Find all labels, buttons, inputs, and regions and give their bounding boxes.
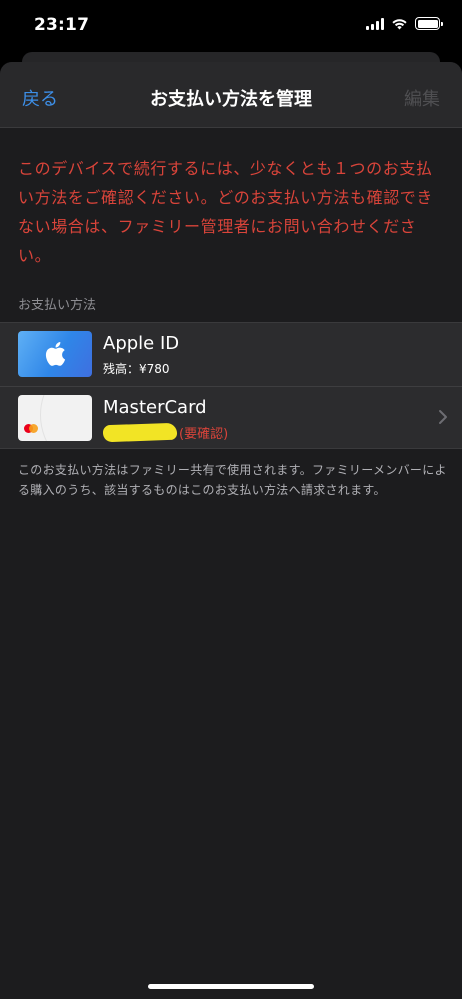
section-header: お支払い方法 — [18, 298, 97, 313]
chevron-right-icon — [439, 410, 447, 424]
battery-icon — [415, 17, 443, 30]
signal-icon — [366, 17, 384, 30]
apple-logo-icon — [18, 331, 92, 377]
screen: 23:17 戻る お支払い方法を管理 編集 このデバイスで続行するには、少なくと… — [0, 0, 462, 999]
payment-method-name: MasterCard — [103, 397, 207, 418]
family-sharing-note: このお支払い方法はファミリー共有で使用されます。ファミリーメンバーによる購入のう… — [18, 463, 447, 497]
wifi-icon — [392, 19, 407, 30]
home-indicator[interactable] — [148, 984, 314, 989]
status-time: 23:17 — [34, 15, 90, 35]
navigation-bar: 戻る お支払い方法を管理 編集 — [0, 62, 462, 128]
payment-method-name: Apple ID — [103, 333, 180, 354]
payment-method-status: (要確認) — [102, 422, 229, 443]
status-icons — [366, 17, 443, 30]
payment-method-list: Apple ID 残高：¥780 MasterCard (要確認) — [0, 322, 462, 449]
page-title: お支払い方法を管理 — [150, 89, 312, 110]
edit-button[interactable]: 編集 — [404, 85, 440, 111]
redaction-mark — [102, 422, 178, 443]
mastercard-logo-icon — [18, 395, 92, 441]
payment-method-balance: 残高：¥780 — [103, 362, 170, 376]
verification-required-label: (要確認) — [179, 427, 229, 442]
payment-method-mastercard[interactable]: MasterCard (要確認) — [0, 386, 462, 448]
status-bar: 23:17 — [0, 0, 462, 54]
payment-management-sheet: 戻る お支払い方法を管理 編集 このデバイスで続行するには、少なくとも１つのお支… — [0, 62, 462, 999]
verification-warning: このデバイスで続行するには、少なくとも１つのお支払い方法をご確認ください。どのお… — [18, 159, 434, 265]
payment-method-apple-id[interactable]: Apple ID 残高：¥780 — [0, 323, 462, 386]
